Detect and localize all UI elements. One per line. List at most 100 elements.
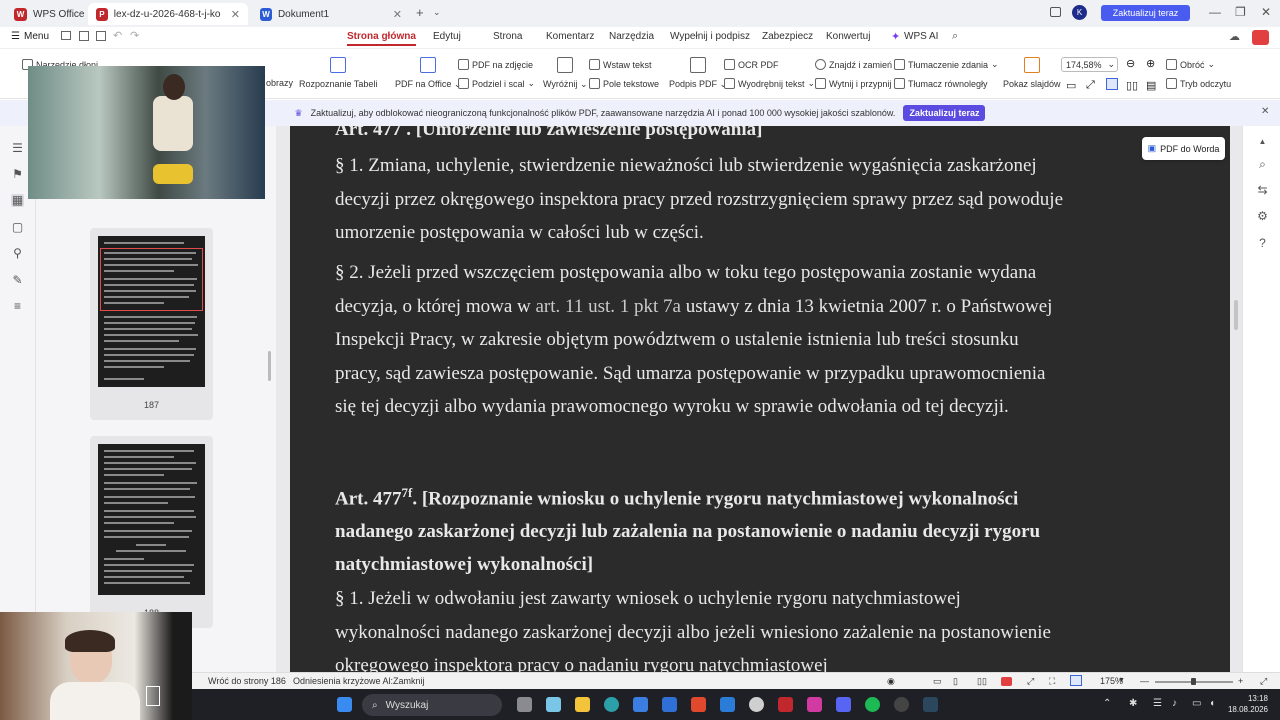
- taskbar-search[interactable]: ⌕ Wyszukaj: [362, 694, 502, 716]
- edge-icon[interactable]: [604, 697, 619, 712]
- extract-text-button[interactable]: Wyodrębnij tekst ⌄: [724, 78, 815, 89]
- print-icon[interactable]: [96, 31, 106, 41]
- tab-page[interactable]: Strona: [493, 31, 522, 42]
- tab-wps-office[interactable]: W WPS Office: [6, 3, 93, 25]
- media-player-icon[interactable]: [894, 697, 909, 712]
- zoom-out-icon[interactable]: —: [1140, 676, 1149, 686]
- pdf-to-image-button[interactable]: PDF na zdjęcie: [458, 59, 533, 70]
- outline-icon[interactable]: ☰: [11, 142, 24, 155]
- single-page-icon[interactable]: [1106, 78, 1118, 90]
- text-field-button[interactable]: Pole tekstowe: [589, 78, 659, 89]
- back-to-page-link[interactable]: Wróć do strony 186: [208, 676, 286, 686]
- zoom-input[interactable]: 174,58% ⌄: [1061, 57, 1118, 72]
- thumbnail-page-187[interactable]: 187: [90, 228, 213, 420]
- task-view-icon[interactable]: [517, 697, 532, 712]
- fit-page-icon[interactable]: ⛶: [1049, 676, 1055, 687]
- page-view-icon[interactable]: ▭: [933, 676, 942, 687]
- display-icon[interactable]: ▭: [1192, 698, 1201, 709]
- tab-fill-sign[interactable]: Wypełnij i podpisz: [670, 31, 750, 42]
- pdf-to-word-button[interactable]: ▣ PDF do Worda: [1142, 137, 1225, 160]
- chevron-down-icon[interactable]: ⌄: [433, 7, 441, 18]
- open-folder-icon[interactable]: [61, 31, 71, 40]
- attachment-icon[interactable]: ⚲: [11, 247, 24, 260]
- windows-start-icon[interactable]: [337, 697, 352, 712]
- instagram-icon[interactable]: [807, 697, 822, 712]
- translate-icon[interactable]: ⇆: [1256, 184, 1269, 197]
- maximize-icon[interactable]: ❐: [1235, 5, 1246, 19]
- ocr-pdf-button[interactable]: OCR PDF: [724, 59, 779, 70]
- parallel-translator-button[interactable]: Tłumacz równoległy: [894, 78, 988, 89]
- tab-protect[interactable]: Zabezpiecz: [762, 31, 813, 42]
- close-icon[interactable]: ✕: [231, 8, 240, 21]
- zoom-slider-handle[interactable]: [1191, 678, 1196, 685]
- rotate-button[interactable]: Obróć ⌄: [1166, 59, 1215, 70]
- tab-tools[interactable]: Narzędzia: [609, 31, 654, 42]
- signature-panel-icon[interactable]: ✎: [11, 274, 24, 287]
- wps-taskbar-icon[interactable]: [778, 697, 793, 712]
- volume-icon[interactable]: ◖: [1209, 698, 1215, 709]
- upgrade-button[interactable]: Zaktualizuj teraz: [1101, 5, 1190, 21]
- save-icon[interactable]: [79, 31, 89, 41]
- tab-pdf-document[interactable]: P lex-dz-u-2026-468-t-j-kodeks-po ✕: [88, 3, 248, 25]
- settings-sliders-icon[interactable]: ⚙: [1256, 210, 1269, 223]
- double-page-icon[interactable]: ▯▯: [977, 676, 987, 687]
- undo-icon[interactable]: ↶: [113, 29, 122, 42]
- slideshow-icon[interactable]: [1001, 677, 1012, 686]
- fit-width-icon[interactable]: ⤢: [1027, 676, 1034, 687]
- single-page-icon[interactable]: ▯: [953, 676, 958, 687]
- close-icon[interactable]: ✕: [393, 8, 402, 21]
- zoom-in-icon[interactable]: ⊕: [1146, 57, 1155, 70]
- pdf-to-office-button[interactable]: PDF na Office ⌄: [395, 57, 461, 90]
- notice-upgrade-button[interactable]: Zaktualizuj teraz: [903, 105, 986, 121]
- slideshow-button[interactable]: Pokaz slajdów: [1003, 57, 1061, 89]
- tab-wps-ai[interactable]: WPS AI: [904, 31, 938, 42]
- store-icon[interactable]: [633, 697, 648, 712]
- continuous-icon[interactable]: ▤: [1146, 79, 1156, 92]
- spotify-icon[interactable]: [865, 697, 880, 712]
- zoom-out-icon[interactable]: ⊖: [1126, 57, 1135, 70]
- network-icon[interactable]: ☰: [1153, 698, 1162, 709]
- calendar-icon[interactable]: [720, 697, 735, 712]
- close-icon[interactable]: ✕: [1261, 106, 1269, 117]
- table-recognition-button[interactable]: Rozpoznanie Tabeli: [299, 57, 377, 89]
- sign-pdf-button[interactable]: Podpis PDF ⌄: [669, 57, 727, 90]
- search-icon[interactable]: ⌕: [952, 30, 958, 43]
- legal-reference-link[interactable]: art. 11 ust. 1 pkt 7a: [535, 296, 680, 317]
- split-merge-button[interactable]: Podziel i scal ⌄: [458, 78, 535, 89]
- avatar[interactable]: K: [1072, 5, 1087, 20]
- share-icon[interactable]: [1252, 30, 1269, 45]
- search-icon[interactable]: ⌕: [1256, 158, 1269, 171]
- redo-icon[interactable]: ↷: [130, 29, 139, 42]
- tab-home[interactable]: Strona główna: [347, 31, 416, 46]
- brave-icon[interactable]: [691, 697, 706, 712]
- discord-icon[interactable]: [836, 697, 851, 712]
- fit-width-icon[interactable]: ⤢: [1086, 79, 1095, 92]
- cut-paste-button[interactable]: Wytnij i przypnij: [815, 78, 891, 89]
- help-icon[interactable]: ?: [1256, 237, 1269, 250]
- vertical-scrollbar[interactable]: [1234, 300, 1238, 330]
- read-mode-button[interactable]: Tryb odczytu: [1166, 78, 1231, 89]
- window-layout-icon[interactable]: [1050, 7, 1061, 17]
- fit-page-icon[interactable]: ▭: [1066, 79, 1076, 92]
- actual-size-icon[interactable]: [1070, 675, 1082, 686]
- outlook-icon[interactable]: [662, 697, 677, 712]
- tray-chevron-icon[interactable]: ⌃: [1103, 698, 1111, 709]
- thumbnails-icon[interactable]: ▦: [11, 194, 24, 207]
- chevron-down-icon[interactable]: ▼: [1118, 677, 1125, 684]
- images-button[interactable]: obrazy: [266, 78, 293, 88]
- tab-edit[interactable]: Edytuj: [433, 31, 461, 42]
- find-replace-button[interactable]: Znajdź i zamień: [815, 59, 892, 70]
- menu-button[interactable]: Menu: [24, 31, 49, 42]
- insert-text-button[interactable]: Wstaw tekst: [589, 59, 652, 70]
- chrome-icon[interactable]: [749, 697, 764, 712]
- steam-icon[interactable]: [923, 697, 938, 712]
- cloud-icon[interactable]: ☁: [1229, 30, 1240, 43]
- chevron-up-icon[interactable]: ▲: [1256, 135, 1269, 148]
- hamburger-icon[interactable]: ☰: [11, 31, 20, 42]
- double-page-icon[interactable]: ▯▯: [1126, 79, 1138, 92]
- cross-references-label[interactable]: Odniesienia krzyżowe Al:Zamknij: [293, 676, 425, 686]
- clock[interactable]: 13:18 18.08.2026: [1222, 693, 1268, 715]
- comments-icon[interactable]: ▢: [11, 221, 24, 234]
- microphone-icon[interactable]: ♪: [1172, 698, 1177, 709]
- thumbnail-page-188[interactable]: 188: [90, 436, 213, 628]
